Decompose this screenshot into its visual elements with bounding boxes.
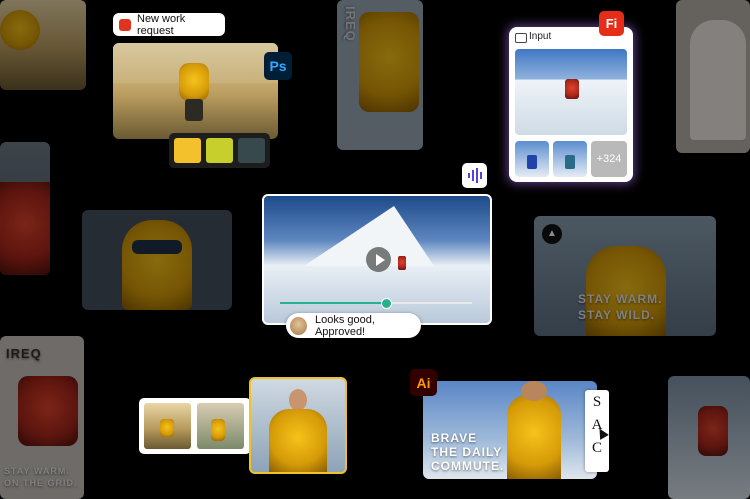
photoshop-badge: Ps <box>264 52 292 80</box>
thumbnail-1[interactable] <box>144 403 191 449</box>
bg-tile-right-bottom <box>668 376 750 499</box>
photoshop-image-card[interactable] <box>113 43 278 139</box>
illustrator-badge: Ai <box>410 369 437 396</box>
thumbnail-2[interactable] <box>197 403 244 449</box>
vertical-brand-top: IREQ <box>343 6 358 42</box>
input-thumb-1[interactable] <box>515 141 549 177</box>
video-player[interactable] <box>262 194 492 325</box>
shield-icon <box>119 18 131 31</box>
approval-comment[interactable]: Looks good, Approved! <box>286 313 421 338</box>
bg-tile-left-red <box>0 142 50 275</box>
ad-a-line2: STAY WILD. <box>578 308 656 322</box>
color-swatch-yellow[interactable] <box>174 138 201 163</box>
color-swatch-tray <box>169 133 270 168</box>
input-more-count[interactable]: +324 <box>591 141 627 177</box>
ad-c-line2: ON THE GRID. <box>4 478 78 488</box>
illustrator-ad-card[interactable]: BRAVE THE DAILY COMMUTE. <box>423 381 597 479</box>
bg-tile-top-jacket: IREQ <box>337 0 423 150</box>
color-swatch-teal[interactable] <box>238 138 265 163</box>
ad-b-line2: THE DAILY <box>431 445 503 459</box>
ad-b-line3: COMMUTE. <box>431 459 505 473</box>
input-panel-title: Input <box>529 31 552 42</box>
input-icon <box>515 33 527 43</box>
avatar <box>290 316 307 335</box>
bg-tile-topleft <box>0 0 86 90</box>
input-panel[interactable]: Input +324 <box>509 27 633 182</box>
play-icon <box>376 254 385 266</box>
audio-wave-icon[interactable] <box>462 163 487 188</box>
triangle-logo-icon: ▲ <box>542 224 562 244</box>
thumbnail-strip <box>139 398 251 454</box>
bg-tile-right-top <box>676 0 750 153</box>
video-scrubber-handle[interactable] <box>381 298 392 309</box>
bg-tile-left-bottom: IREQ STAY WARM. ON THE GRID. <box>0 336 84 499</box>
firefly-badge: Fi <box>599 11 624 36</box>
letter-s: S <box>592 394 602 410</box>
portrait-yellow-jacket[interactable] <box>249 377 347 474</box>
ad-c-line1: STAY WARM. <box>4 466 70 476</box>
input-thumb-2[interactable] <box>553 141 587 177</box>
ad-a-line1: STAY WARM. <box>578 292 663 306</box>
letter-c: C <box>591 440 602 456</box>
bg-tile-goggles <box>82 210 232 310</box>
type-letter-panel[interactable]: S A C <box>585 390 609 472</box>
new-work-request-label: New work request <box>137 12 186 37</box>
new-work-request-chip[interactable]: New work request <box>113 12 225 37</box>
video-scrubber-progress <box>280 302 384 304</box>
color-swatch-lime[interactable] <box>206 138 233 163</box>
vertical-brand-text: IREQ <box>6 346 42 361</box>
ad-b-line1: BRAVE <box>431 431 478 445</box>
approval-comment-text: Looks good, Approved! <box>314 313 375 338</box>
bg-tile-stay-warm: ▲ STAY WARM. STAY WILD. <box>534 216 716 336</box>
climber-figure <box>398 256 406 270</box>
input-main-image[interactable] <box>515 49 627 135</box>
play-button[interactable] <box>366 247 391 272</box>
hiker-figure <box>179 63 209 101</box>
